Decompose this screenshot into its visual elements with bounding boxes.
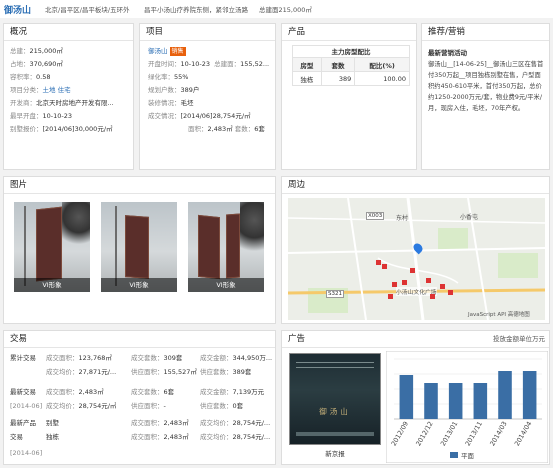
- map-poi-icon[interactable]: [410, 268, 415, 273]
- project-name-link[interactable]: 御汤山: [148, 47, 168, 55]
- ad-spend-chart: 2012/09 2012/12 2013/01 2013/11 2014/03 2014/…: [386, 351, 548, 463]
- legend-swatch: [450, 452, 458, 458]
- col-header-ratio: 配比(%): [354, 57, 410, 72]
- product-heading: 产品: [282, 24, 416, 41]
- trade-row-cumulative: 累计交易: [10, 354, 36, 362]
- col-header-count: 套数: [320, 57, 356, 72]
- map-poi-icon[interactable]: [402, 280, 407, 285]
- map-roads: [288, 198, 545, 320]
- overview-villa-price: 别墅报价：[2014/06]30,000元/㎡: [10, 125, 113, 133]
- map-label-dongcun: 东村: [396, 215, 409, 222]
- sale-badge: 销售: [169, 47, 186, 56]
- map-poi-icon[interactable]: [376, 260, 381, 265]
- map-poi-icon[interactable]: [388, 294, 393, 299]
- picture-thumb-2[interactable]: VI形象: [101, 202, 177, 292]
- project-area-row: 面积：2,483㎡ 套数：6套: [188, 125, 265, 133]
- product-panel: 产品 主力房型配比 房型 套数 配比(%) 独栋 389 100.00: [281, 23, 417, 170]
- project-deal-row: 成交情况：[2014/06]28,754元/㎡: [148, 112, 251, 120]
- chart-bar: [522, 371, 537, 419]
- pictures-heading: 图片: [4, 177, 275, 194]
- project-green-row: 绿化率：55%: [148, 73, 189, 81]
- chart-bar: [448, 383, 463, 419]
- project-open-row: 开盘时间：10-10-23 总建面：155,52...: [148, 60, 270, 68]
- project-name-row: 御汤山 销售: [148, 47, 186, 56]
- picture-thumb-3[interactable]: VI形象: [188, 202, 264, 292]
- trade-panel: 交易 累计交易 成交面积：123,768㎡ 成交套数：309套 成交金额：344…: [3, 330, 276, 465]
- header-bar: 御汤山 北京/昌平区/昌平板块/五环外 昌平小汤山疗养院东侧，紧邻立汤路 总建面…: [0, 0, 553, 18]
- chart-bar: [498, 371, 512, 419]
- promo-heading: 推荐/营销: [422, 24, 549, 41]
- project-heading: 项目: [140, 24, 275, 41]
- ad-logo: 御汤山: [319, 407, 351, 416]
- promo-panel: 推荐/营销 最新营销活动 御汤山__[14-06-25]__御汤山三区在售首付3…: [421, 23, 550, 170]
- product-table-title: 主力房型配比: [292, 45, 410, 57]
- ad-thumbnail[interactable]: 御汤山: [289, 353, 381, 445]
- location-breadcrumb: 北京/昌平区/昌平板块/五环外: [45, 6, 130, 14]
- overview-category: 项目分类：土地 住宅: [10, 86, 71, 94]
- map-label-s321: S321: [326, 290, 344, 298]
- picture-caption: VI形象: [188, 278, 264, 292]
- ads-unit-link[interactable]: 投放金额单位万元: [493, 331, 545, 348]
- chart-bar: [424, 383, 438, 419]
- trade-row-latest-product: 最新产品: [10, 419, 36, 427]
- trade-heading: 交易: [4, 331, 275, 348]
- map-poi-icon[interactable]: [426, 278, 431, 283]
- map-label-x003: X003: [366, 212, 385, 220]
- address-text: 昌平小汤山疗养院东侧，紧邻立汤路: [144, 6, 248, 14]
- overview-land: 占地：370,690㎡: [10, 60, 63, 68]
- overview-developer: 开发商：北京天时房地产开发有限...: [10, 99, 114, 107]
- promo-subtitle: 最新营销活动: [428, 49, 467, 57]
- pictures-panel: 图片 VI形象 VI形象 VI形象: [3, 176, 276, 324]
- legend-label: 平面: [461, 452, 475, 460]
- promo-text[interactable]: 御汤山__[14-06-25]__御汤山三区在售首付350万起__项目独栋别墅在…: [428, 59, 547, 114]
- chart-bar: [399, 375, 414, 419]
- overview-total: 总建：215,000㎡: [10, 47, 63, 55]
- total-area-text: 总建面215,000㎡: [259, 6, 312, 14]
- overview-open-date: 最早开盘：10-10-23: [10, 112, 73, 120]
- map-label-xiaoxiangtun: 小香屯: [460, 214, 479, 221]
- picture-caption: VI形象: [14, 278, 90, 292]
- map-poi-icon[interactable]: [440, 284, 445, 289]
- map-poi-icon[interactable]: [448, 290, 453, 295]
- col-header-type: 房型: [292, 57, 322, 72]
- chart-bar: [473, 383, 488, 419]
- project-panel: 项目 御汤山 销售 开盘时间：10-10-23 总建面：155,52... 绿化率…: [139, 23, 276, 170]
- map-attribution[interactable]: JavaScript API 高德地图: [468, 310, 530, 318]
- map[interactable]: X003 东村 小香屯 小汤山文化广场 S321 JavaScript API …: [288, 198, 545, 320]
- product-table: 房型 套数 配比(%) 独栋 389 100.00: [292, 57, 410, 86]
- map-poi-icon[interactable]: [382, 264, 387, 269]
- surround-panel: 周边 X003 东村 小香屯 小汤山文化广场 S321 JavaScript A…: [281, 176, 550, 324]
- ads-panel: 广告 投放金额单位万元 御汤山 新京报 2012/09 2012/12 2013/01…: [281, 330, 550, 465]
- map-poi-icon[interactable]: [430, 294, 435, 299]
- overview-panel: 概况 总建：215,000㎡ 占地：370,690㎡ 容积率：0.58 项目分类…: [3, 23, 134, 170]
- surround-heading: 周边: [282, 177, 549, 194]
- map-poi-icon[interactable]: [392, 282, 397, 287]
- picture-thumb-1[interactable]: VI形象: [14, 202, 90, 292]
- project-households-row: 规划户数：389户: [148, 86, 200, 94]
- category-link[interactable]: 土地 住宅: [43, 86, 71, 94]
- picture-caption: VI形象: [101, 278, 177, 292]
- project-decor-row: 装修情况：毛坯: [148, 99, 194, 107]
- ad-caption: 新京报: [325, 450, 345, 458]
- overview-heading: 概况: [4, 24, 133, 41]
- table-row: 独栋 389 100.00: [292, 71, 410, 86]
- trade-row-latest: 最新交易: [10, 388, 36, 396]
- project-title[interactable]: 御汤山: [4, 3, 31, 16]
- overview-plot-ratio: 容积率：0.58: [10, 73, 51, 81]
- ads-heading: 广告 投放金额单位万元: [282, 331, 549, 348]
